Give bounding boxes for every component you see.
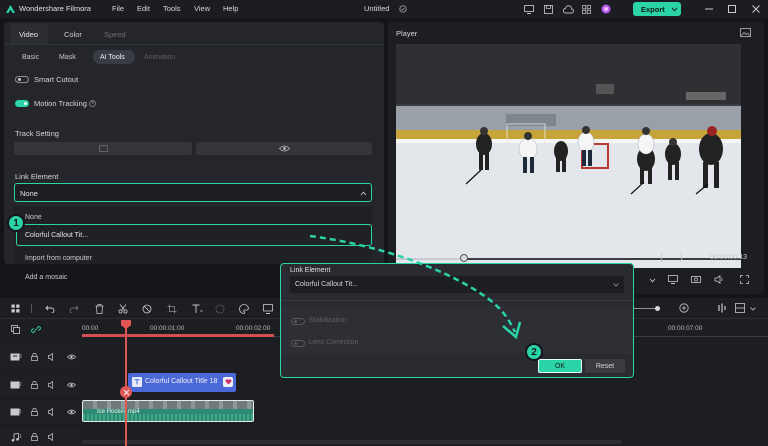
filmora-window: Wondershare Filmora File Edit Tools View… bbox=[0, 0, 768, 446]
tutorial-arrow-overlay bbox=[309, 234, 522, 340]
step-badge-1: 1 bbox=[7, 214, 25, 232]
step-badge-2: 2 bbox=[525, 343, 543, 361]
